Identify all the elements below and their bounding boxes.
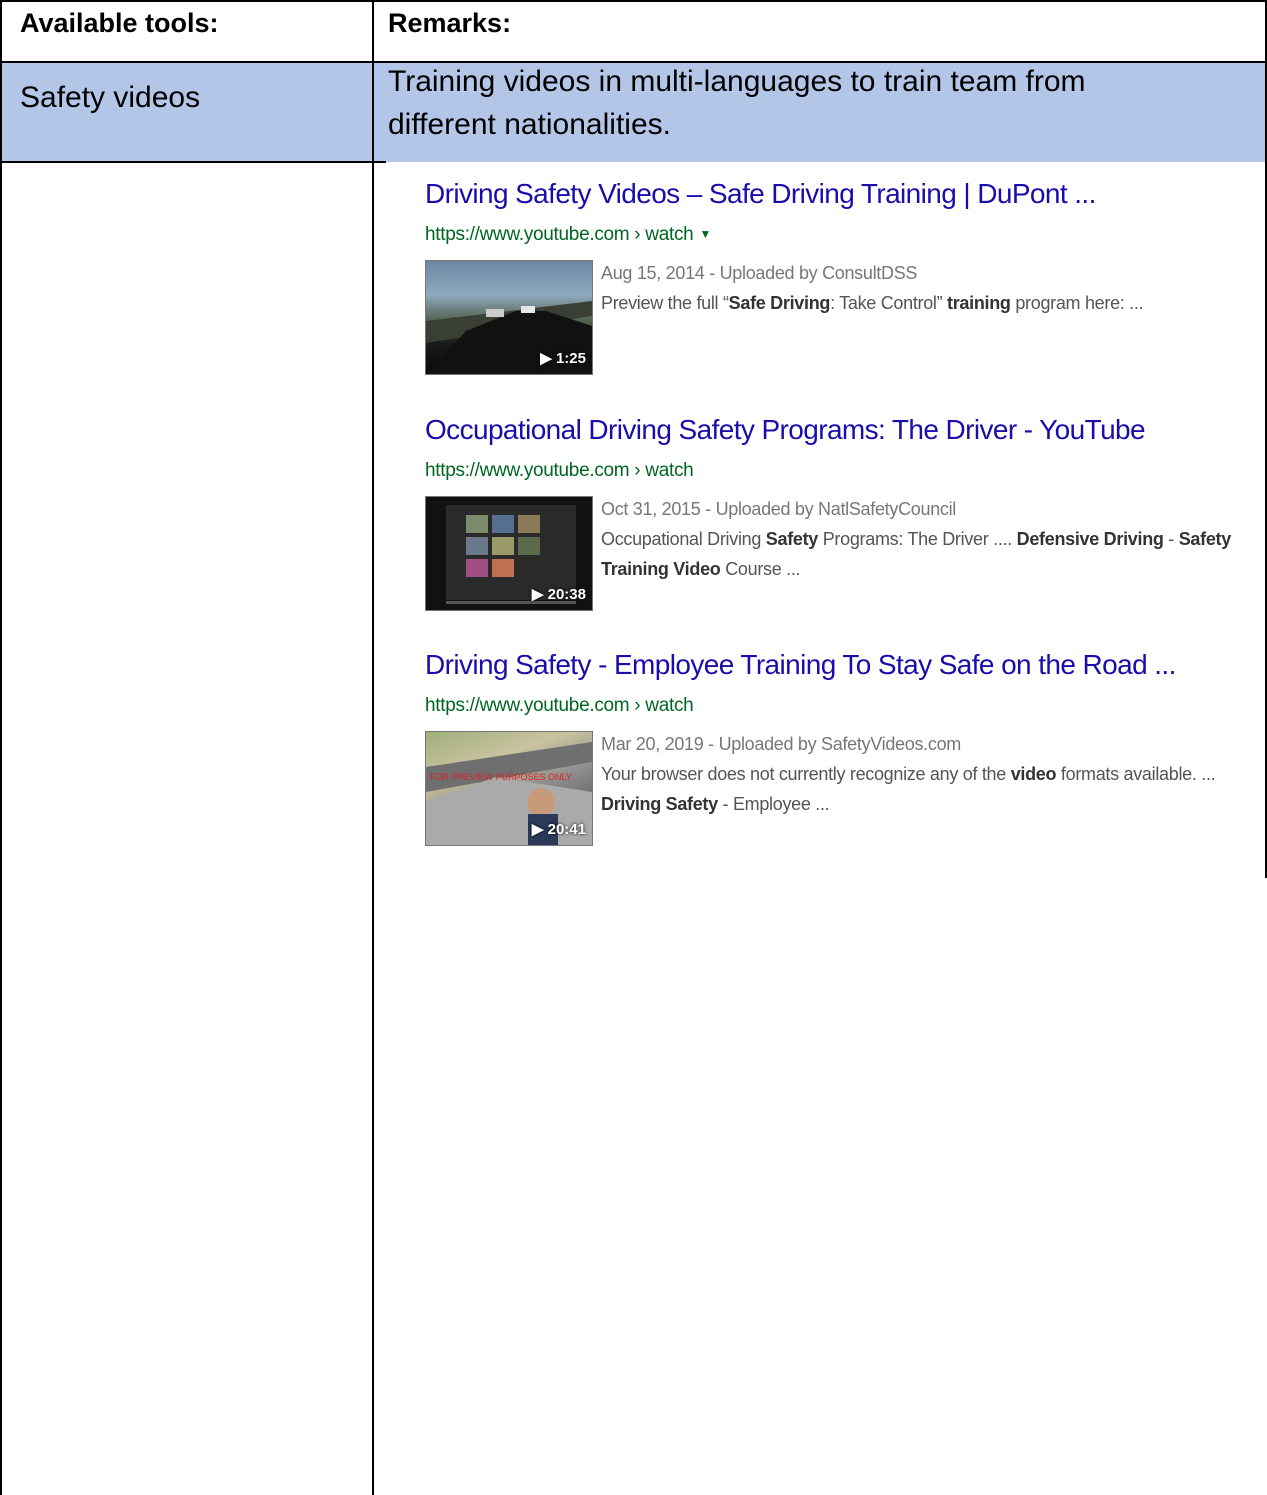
snippet-fragment: Course ...	[720, 559, 801, 579]
svg-text:FOR PREVIEW PURPOSES ONLY: FOR PREVIEW PURPOSES ONLY	[430, 772, 572, 782]
tool-remark: Training videos in multi-languages to tr…	[388, 65, 1086, 141]
video-thumbnail[interactable]: FOR PREVIEW PURPOSES ONLY ▶ 20:41	[425, 731, 593, 846]
video-duration: ▶ 20:41	[531, 821, 586, 838]
video-duration: ▶ 20:38	[531, 586, 586, 603]
table-column-divider	[372, 0, 374, 1495]
snippet-bold-fragment: Driving Safety	[601, 794, 718, 814]
snippet-bold-fragment: training	[947, 293, 1011, 313]
result-snippet: Preview the full “Safe Driving: Take Con…	[601, 293, 1144, 313]
video-duration: ▶ 1:25	[540, 350, 586, 367]
result-title-link[interactable]: Driving Safety Videos – Safe Driving Tra…	[425, 178, 1096, 210]
snippet-bold-fragment: Safety	[765, 529, 819, 549]
dropdown-caret-icon[interactable]: ▼	[699, 227, 711, 241]
upload-info: Aug 15, 2014 - Uploaded by ConsultDSS	[601, 263, 918, 283]
snippet-fragment: : Take Control”	[830, 293, 948, 313]
video-thumbnail[interactable]: ▶ 1:25	[425, 260, 593, 375]
result-url[interactable]: https://www.youtube.com › watch ▼	[425, 224, 711, 246]
table-border-top	[0, 0, 1267, 2]
result-snippet: Your browser does not currently recogniz…	[601, 764, 1216, 814]
result-meta: Oct 31, 2015 - Uploaded by NatlSafetyCou…	[601, 494, 1267, 584]
snippet-fragment: -	[1163, 529, 1179, 549]
result-snippet: Occupational Driving Safety Programs: Th…	[601, 529, 1231, 579]
snippet-fragment: - Employee ...	[717, 794, 830, 814]
snippet-fragment: Programs: The Driver ....	[818, 529, 1017, 549]
snippet-bold-fragment: Defensive Driving	[1016, 529, 1164, 549]
snippet-fragment: program here: ...	[1010, 293, 1144, 313]
snippet-fragment: Your browser does not currently recogniz…	[601, 764, 1011, 784]
table-border-left	[0, 0, 2, 1495]
row-divider-2	[0, 161, 386, 163]
result-title-link[interactable]: Driving Safety - Employee Training To St…	[425, 649, 1176, 681]
snippet-fragment: formats available. ...	[1056, 764, 1216, 784]
snippet-fragment: Occupational Driving	[601, 529, 766, 549]
result-url[interactable]: https://www.youtube.com › watch	[425, 460, 694, 482]
result-meta: Aug 15, 2014 - Uploaded by ConsultDSS Pr…	[601, 258, 1267, 318]
tool-name: Safety videos	[20, 81, 201, 114]
upload-info: Mar 20, 2019 - Uploaded by SafetyVideos.…	[601, 734, 961, 754]
result-url[interactable]: https://www.youtube.com › watch	[425, 695, 694, 717]
header-available-tools: Available tools:	[20, 8, 219, 38]
snippet-bold-fragment: video	[1010, 764, 1057, 784]
snippet-fragment: Preview the full “	[601, 293, 729, 313]
result-meta: Mar 20, 2019 - Uploaded by SafetyVideos.…	[601, 729, 1267, 819]
upload-info: Oct 31, 2015 - Uploaded by NatlSafetyCou…	[601, 499, 957, 519]
header-remarks: Remarks:	[388, 8, 512, 38]
snippet-bold-fragment: Safe Driving	[728, 293, 831, 313]
video-thumbnail[interactable]: ▶ 20:38	[425, 496, 593, 611]
result-title-link[interactable]: Occupational Driving Safety Programs: Th…	[425, 414, 1146, 446]
